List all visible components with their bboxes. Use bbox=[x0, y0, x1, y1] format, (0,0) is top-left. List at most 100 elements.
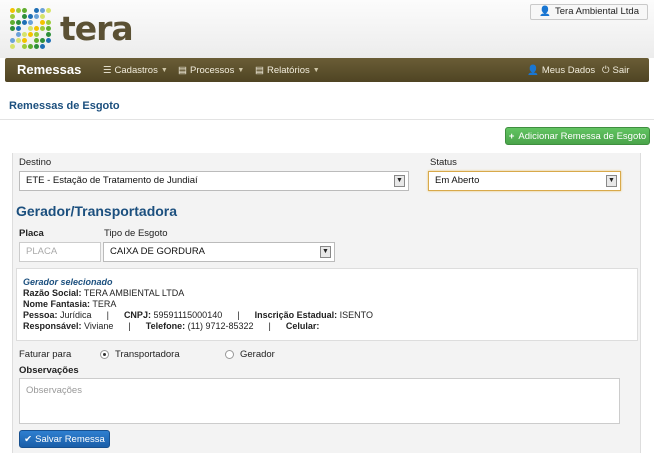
radio-label: Gerador bbox=[240, 349, 275, 360]
status-select[interactable]: Em Aberto ▼ bbox=[428, 171, 621, 191]
responsavel-value: Viviane bbox=[84, 321, 114, 331]
telefone-label: Telefone: bbox=[145, 321, 186, 331]
logo-dot bbox=[28, 14, 33, 19]
logo-dot bbox=[34, 38, 39, 43]
logo-dot bbox=[40, 14, 45, 19]
save-remessa-button[interactable]: ✔ Salvar Remessa bbox=[19, 430, 110, 448]
navbar-brand[interactable]: Remessas bbox=[17, 62, 81, 77]
power-icon: ⏻ bbox=[602, 65, 610, 76]
cnpj-value: 59591115000140 bbox=[153, 310, 223, 320]
responsavel-row: Responsável: Viviane | Telefone: (11) 97… bbox=[23, 321, 631, 332]
logo-dot bbox=[22, 44, 27, 49]
radio-unselected-icon[interactable] bbox=[225, 350, 234, 359]
logo-dot bbox=[22, 26, 27, 31]
logo-dot bbox=[40, 8, 45, 13]
placa-label: Placa bbox=[19, 228, 44, 239]
ie-label: Inscrição Estadual: bbox=[254, 310, 338, 320]
account-button[interactable]: 👤 Tera Ambiental Ltda bbox=[530, 4, 648, 20]
logo-dot bbox=[34, 20, 39, 25]
observacoes-label: Observações bbox=[19, 365, 79, 376]
nav-item-label: Relatórios bbox=[266, 65, 310, 76]
logo-dot bbox=[40, 32, 45, 37]
separator: | bbox=[128, 321, 131, 331]
placa-input[interactable]: PLACA bbox=[19, 242, 101, 262]
celular-label: Celular: bbox=[285, 321, 320, 331]
logo-dot bbox=[10, 32, 15, 37]
nav-item-processos[interactable]: ▤ Processos ▼ bbox=[178, 65, 244, 76]
telefone-value: (11) 9712-85322 bbox=[187, 321, 254, 331]
nav-item-label: Processos bbox=[189, 65, 235, 76]
fantasia-label: Nome Fantasia: bbox=[23, 299, 91, 309]
tipo-esgoto-select[interactable]: CAIXA DE GORDURA ▼ bbox=[103, 242, 335, 262]
chevron-down-icon: ▼ bbox=[394, 175, 405, 187]
faturar-option-gerador[interactable]: Gerador bbox=[225, 349, 275, 360]
separator: | bbox=[237, 310, 240, 320]
logo-dot bbox=[46, 20, 51, 25]
user-icon: 👤 bbox=[539, 6, 552, 17]
add-remessa-label: Adicionar Remessa de Esgoto bbox=[518, 130, 647, 142]
logo-dot bbox=[40, 38, 45, 43]
user-icon: 👤 bbox=[527, 65, 539, 76]
nav-item-label: Cadastros bbox=[114, 65, 158, 76]
logo-dot bbox=[46, 26, 51, 31]
logo-dot bbox=[34, 32, 39, 37]
responsavel-label: Responsável: bbox=[23, 321, 82, 331]
app-root: tera 👤 Tera Ambiental Ltda Remessas ☰ Ca… bbox=[0, 0, 654, 453]
pessoa-row: Pessoa: Jurídica | CNPJ: 59591115000140 … bbox=[23, 310, 631, 321]
nav-item-relatorios[interactable]: ▤ Relatórios ▼ bbox=[255, 65, 320, 76]
divider bbox=[0, 119, 654, 120]
logo-dot bbox=[40, 26, 45, 31]
logo-dot bbox=[16, 20, 21, 25]
destino-value: ETE - Estação de Tratamento de Jundiaí bbox=[26, 175, 198, 186]
logo-dot bbox=[16, 44, 21, 49]
faturar-option-transportadora[interactable]: Transportadora bbox=[100, 349, 180, 360]
razao-social-row: Razão Social: TERA AMBIENTAL LTDA bbox=[23, 288, 631, 299]
pessoa-value: Jurídica bbox=[60, 310, 92, 320]
logo-dot bbox=[40, 44, 45, 49]
logo-dot bbox=[22, 8, 27, 13]
faturar-label: Faturar para bbox=[19, 349, 72, 360]
list-alt-icon: ▤ bbox=[178, 65, 187, 76]
page-title: Remessas de Esgoto bbox=[9, 100, 120, 112]
logo-mark-icon bbox=[10, 8, 56, 52]
logo-dot bbox=[46, 32, 51, 37]
logo-dot bbox=[10, 20, 15, 25]
list-alt-icon: ▤ bbox=[255, 65, 264, 76]
logo-dot bbox=[34, 8, 39, 13]
list-icon: ☰ bbox=[103, 65, 112, 76]
ie-value: ISENTO bbox=[339, 310, 373, 320]
logo-dot bbox=[22, 14, 27, 19]
nav-sair[interactable]: ⏻ Sair bbox=[602, 65, 629, 76]
razao-label: Razão Social: bbox=[23, 288, 82, 298]
logo-dot bbox=[16, 26, 21, 31]
save-remessa-label: Salvar Remessa bbox=[35, 433, 105, 445]
section-title-gerador: Gerador/Transportadora bbox=[16, 203, 178, 219]
nome-fantasia-row: Nome Fantasia: TERA bbox=[23, 299, 631, 310]
plus-icon: + bbox=[508, 130, 515, 142]
logo-dot bbox=[28, 44, 33, 49]
logo-dot bbox=[46, 38, 51, 43]
logo-dot bbox=[16, 38, 21, 43]
caret-down-icon: ▼ bbox=[160, 67, 168, 74]
nav-item-cadastros[interactable]: ☰ Cadastros ▼ bbox=[103, 65, 168, 76]
observacoes-textarea[interactable]: Observações bbox=[19, 378, 620, 424]
logo-dot bbox=[34, 26, 39, 31]
caret-down-icon: ▼ bbox=[237, 67, 245, 74]
logo-dot bbox=[22, 20, 27, 25]
logo-dot bbox=[22, 32, 27, 37]
nav-meus-dados[interactable]: 👤 Meus Dados bbox=[527, 65, 595, 76]
tera-logo: tera bbox=[10, 8, 134, 52]
chevron-down-icon: ▼ bbox=[606, 175, 617, 187]
meus-dados-label: Meus Dados bbox=[541, 65, 596, 76]
logo-dot bbox=[28, 20, 33, 25]
destino-select[interactable]: ETE - Estação de Tratamento de Jundiaí ▼ bbox=[19, 171, 409, 191]
add-remessa-button[interactable]: + Adicionar Remessa de Esgoto bbox=[505, 127, 650, 145]
logo-dot bbox=[16, 14, 21, 19]
logo-dot bbox=[22, 38, 27, 43]
gerador-info-box: Gerador selecionado Razão Social: TERA A… bbox=[16, 268, 638, 341]
tipo-esgoto-label: Tipo de Esgoto bbox=[104, 228, 168, 239]
separator: | bbox=[268, 321, 271, 331]
radio-selected-icon[interactable] bbox=[100, 350, 109, 359]
logo-dot bbox=[46, 14, 51, 19]
gerador-heading: Gerador selecionado bbox=[23, 277, 113, 287]
